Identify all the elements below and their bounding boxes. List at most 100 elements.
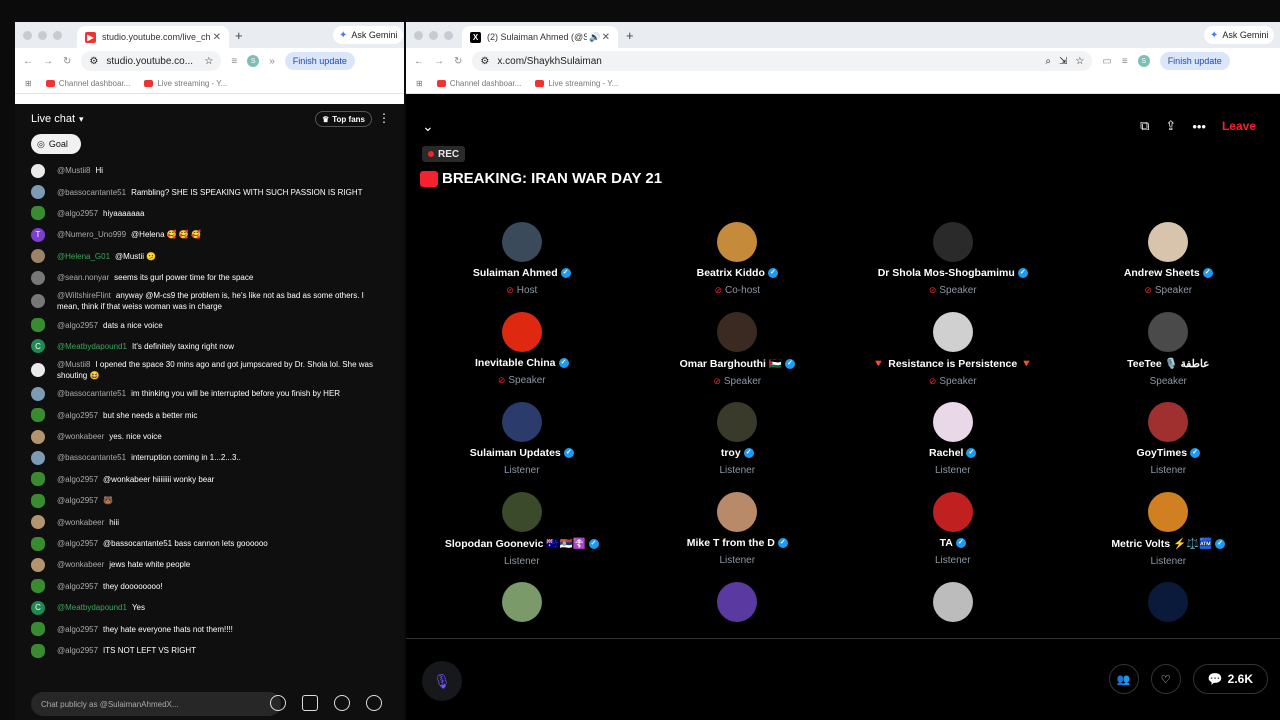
- chat-message[interactable]: @algo2957 🐻: [15, 490, 404, 511]
- avatar[interactable]: [31, 536, 45, 551]
- message-author[interactable]: @algo2957: [57, 321, 98, 330]
- chat-message[interactable]: @algo2957 @wonkabeer hiiiiiiii wonky bear: [15, 469, 404, 490]
- chat-input[interactable]: Chat publicly as @SulaimanAhmedX...: [31, 692, 281, 716]
- avatar[interactable]: [31, 206, 45, 221]
- chat-message[interactable]: @Helena_G01 @Mustii 🫤: [15, 246, 404, 267]
- message-author[interactable]: @algo2957: [57, 496, 98, 505]
- participant-avatar[interactable]: [501, 222, 542, 262]
- chevron-down-icon[interactable]: ▾: [79, 114, 84, 125]
- finish-update-button[interactable]: Finish update: [284, 52, 355, 70]
- listener-count-button[interactable]: 💬 2.6K: [1192, 664, 1268, 694]
- add-icon[interactable]: [334, 695, 350, 711]
- message-author[interactable]: @algo2957: [57, 411, 98, 420]
- chat-message[interactable]: @algo2957 hiyaaaaaaa: [15, 203, 404, 224]
- reactions-button[interactable]: ♡: [1150, 664, 1181, 694]
- participant[interactable]: Omar Barghouthi 🇵🇸 ✓ ⊘ Speaker: [630, 312, 846, 394]
- profile-avatar[interactable]: S: [247, 55, 260, 67]
- chat-message[interactable]: @algo2957 @bassocantante51 bass cannon le…: [15, 533, 404, 554]
- avatar[interactable]: [31, 363, 45, 378]
- participant-avatar[interactable]: [501, 582, 542, 622]
- overflow-chevron-icon[interactable]: »: [269, 56, 275, 67]
- participant[interactable]: TeeTee 🎙️ عاطفة Speaker: [1061, 312, 1277, 394]
- message-author[interactable]: @algo2957: [57, 646, 98, 655]
- finish-update-button[interactable]: Finish update: [1159, 52, 1230, 70]
- avatar[interactable]: [31, 294, 45, 309]
- chat-message[interactable]: @wonkabeer hiii: [15, 511, 404, 532]
- participant-avatar[interactable]: [932, 492, 973, 532]
- chat-message[interactable]: @algo2957 dats a nice voice: [15, 314, 404, 335]
- sidebar-icon[interactable]: ▭: [1102, 56, 1111, 67]
- message-author[interactable]: @bassocantante51: [57, 453, 126, 462]
- participant-avatar[interactable]: [717, 222, 758, 262]
- chat-message[interactable]: @wonkabeer jews hate white people: [15, 554, 404, 575]
- chat-message[interactable]: C @Meatbydapound1 It's definitely taxing r…: [15, 336, 404, 357]
- chat-message[interactable]: @wonkabeer yes. nice voice: [15, 426, 404, 447]
- participant-avatar[interactable]: [1148, 312, 1189, 352]
- zoom-icon[interactable]: ⌕: [1045, 56, 1051, 67]
- message-author[interactable]: @bassocantante51: [57, 389, 126, 398]
- participant-avatar[interactable]: [501, 312, 542, 352]
- participant-avatar[interactable]: [932, 312, 973, 352]
- bookmark-live-streaming[interactable]: Live streaming - Y...: [144, 79, 227, 88]
- new-tab-icon[interactable]: +: [626, 28, 634, 43]
- avatar[interactable]: [31, 557, 45, 572]
- avatar[interactable]: C: [31, 339, 45, 354]
- avatar[interactable]: [31, 185, 45, 200]
- message-author[interactable]: @Meatbydapound1: [57, 603, 127, 612]
- chat-message[interactable]: @WiltshireFlint anyway @M-cs9 the problem…: [15, 288, 404, 314]
- participant[interactable]: Rachel ✓ Listener: [845, 402, 1061, 484]
- super-chat-icon[interactable]: [302, 695, 318, 711]
- chat-message[interactable]: @algo2957 but she needs a better mic: [15, 405, 404, 426]
- address-bar[interactable]: ⚙ x.com/ShaykhSulaiman ⌕ ⇲ ☆: [472, 51, 1093, 71]
- forward-icon[interactable]: →: [434, 56, 444, 67]
- message-author[interactable]: @wonkabeer: [57, 518, 104, 527]
- more-icon[interactable]: •••: [1192, 119, 1206, 134]
- share-icon[interactable]: ⇪: [1165, 118, 1176, 134]
- site-info-icon[interactable]: ⚙: [480, 56, 489, 67]
- people-button[interactable]: 👥: [1108, 664, 1139, 694]
- tab-search-icon[interactable]: ≡: [1122, 56, 1128, 67]
- chat-message[interactable]: @algo2957 ITS NOT LEFT VS RIGHT: [15, 640, 404, 661]
- participant-avatar[interactable]: [932, 582, 973, 622]
- chat-message[interactable]: @bassocantante51 Rambling? SHE IS SPEAKIN…: [15, 181, 404, 202]
- participant[interactable]: Inevitable China ✓ ⊘ Speaker: [414, 312, 630, 394]
- profile-avatar[interactable]: S: [1137, 55, 1150, 67]
- reload-icon[interactable]: ↻: [63, 56, 71, 67]
- participant-avatar[interactable]: [717, 402, 758, 442]
- window-controls[interactable]: [23, 31, 62, 40]
- chat-message[interactable]: C @Meatbydapound1 Yes: [15, 597, 404, 618]
- chat-message[interactable]: @Mustii8 I opened the space 30 mins ago a…: [15, 357, 404, 383]
- message-author[interactable]: @Meatbydapound1: [57, 342, 127, 351]
- participant[interactable]: GoyTimes ✓ Listener: [1061, 402, 1277, 484]
- emoji-icon[interactable]: [270, 695, 286, 711]
- live-chat-title[interactable]: Live chat: [31, 113, 75, 125]
- ask-gemini-button[interactable]: ✦ Ask Gemini: [333, 26, 404, 44]
- participant-avatar[interactable]: [932, 402, 973, 442]
- more-options-icon[interactable]: ⋮: [378, 111, 390, 125]
- chat-message[interactable]: @bassocantante51 interruption coming in 1…: [15, 447, 404, 468]
- avatar[interactable]: [31, 622, 45, 637]
- bookmark-star-icon[interactable]: ☆: [204, 56, 213, 67]
- participant[interactable]: Sulaiman Updates ✓ Listener: [414, 402, 630, 484]
- chat-message[interactable]: @Mustii8 Hi: [15, 160, 404, 181]
- avatar[interactable]: [31, 429, 45, 444]
- message-author[interactable]: @bassocantante51: [57, 188, 126, 197]
- participant-avatar[interactable]: [1148, 492, 1189, 532]
- participant-avatar[interactable]: [1148, 222, 1189, 262]
- bookmark-live-streaming[interactable]: Live streaming - Y...: [535, 79, 618, 88]
- top-fans-button[interactable]: ♛ Top fans: [315, 111, 372, 127]
- participant-avatar[interactable]: [501, 402, 542, 442]
- participant-avatar[interactable]: [501, 492, 542, 532]
- participant[interactable]: Metric Volts ⚡⚖️🏧 ✓ Listener: [1061, 492, 1277, 574]
- participant-avatar[interactable]: [1148, 582, 1189, 622]
- message-author[interactable]: @Mustii8: [57, 360, 90, 369]
- window-controls[interactable]: [414, 31, 453, 40]
- message-author[interactable]: @Mustii8: [57, 166, 90, 175]
- bookmark-channel-dashboard[interactable]: Channel dashboar...: [436, 79, 521, 88]
- message-author[interactable]: @algo2957: [57, 625, 98, 634]
- ask-gemini-button[interactable]: ✦ Ask Gemini: [1204, 26, 1275, 44]
- message-author[interactable]: @Helena_G01: [57, 252, 110, 261]
- chat-message[interactable]: @algo2957 they hate everyone thats not th…: [15, 618, 404, 639]
- install-icon[interactable]: ⇲: [1059, 56, 1067, 67]
- participant[interactable]: Dr Shola Mos-Shogbamimu ✓ ⊘ Speaker: [845, 222, 1061, 304]
